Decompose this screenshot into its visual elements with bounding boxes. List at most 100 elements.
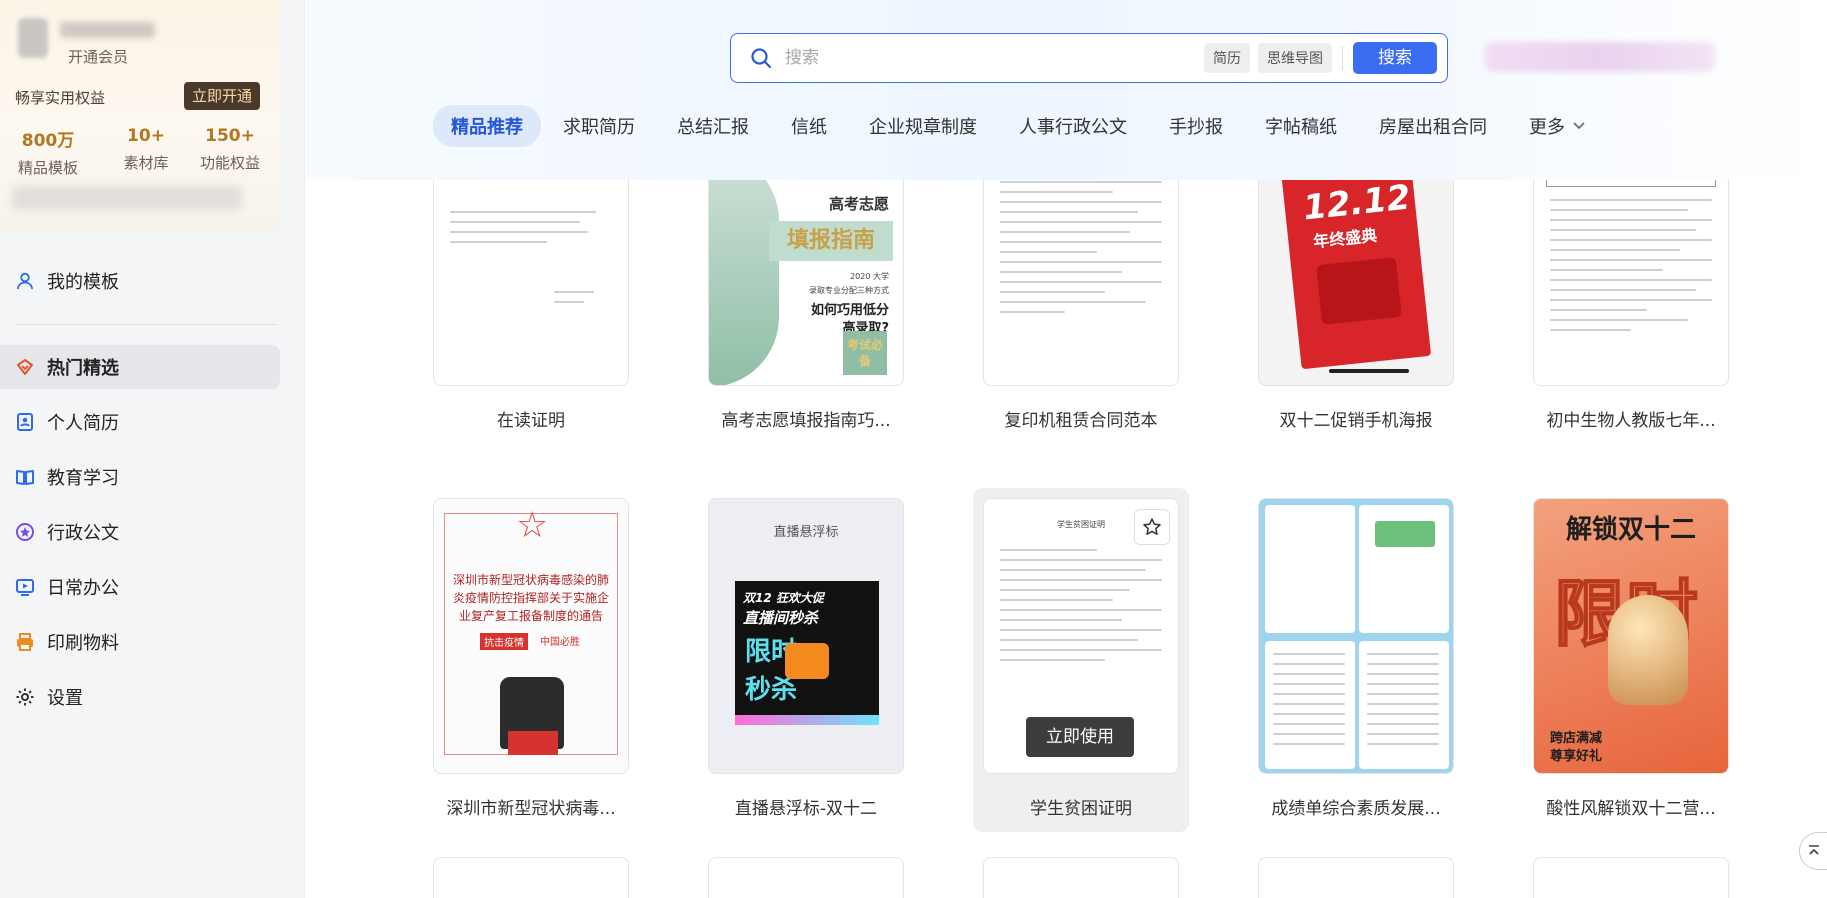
tab-featured[interactable]: 精品推荐 bbox=[433, 105, 541, 147]
template-thumbnail[interactable]: 高考志愿 填报指南 2020 大学 录取专业分配三种方式 如何巧用低分 高录取?… bbox=[708, 180, 904, 386]
template-card[interactable]: 成绩单综合素质发展... bbox=[1258, 498, 1454, 819]
arrow-up-icon bbox=[1808, 845, 1819, 855]
sidebar-item-resume[interactable]: 个人简历 bbox=[0, 400, 280, 444]
school-illustration bbox=[1375, 521, 1435, 547]
star-icon bbox=[1143, 518, 1161, 535]
favorite-button[interactable] bbox=[1134, 509, 1170, 545]
template-title[interactable]: 学生贫困证明 bbox=[983, 794, 1179, 819]
search-chip-mindmap[interactable]: 思维导图 bbox=[1258, 43, 1332, 73]
sidebar-item-print[interactable]: 印刷物料 bbox=[0, 620, 280, 664]
template-thumbnail[interactable] bbox=[1533, 857, 1729, 898]
tab-summary-report[interactable]: 总结汇报 bbox=[677, 113, 749, 139]
category-nav: 热门精选 个人简历 教育学习 行政公文 日常办公 印刷物料 设置 bbox=[0, 345, 280, 730]
gaokao-title: 填报指南 bbox=[769, 221, 893, 261]
search-input[interactable] bbox=[785, 48, 1204, 68]
stat-label: 素材库 bbox=[123, 154, 169, 172]
tab-handwritten-poster[interactable]: 手抄报 bbox=[1169, 113, 1223, 139]
covid-notice-text: 深圳市新型冠状病毒感染的肺炎疫情防控指挥部关于实施企业复产复工报备制度的通告 bbox=[452, 573, 609, 623]
template-title[interactable]: 高考志愿填报指南巧... bbox=[708, 406, 904, 431]
avatar[interactable] bbox=[18, 18, 48, 58]
printer-icon bbox=[15, 632, 35, 652]
search-button[interactable]: 搜索 bbox=[1353, 42, 1437, 74]
template-card[interactable] bbox=[708, 857, 904, 898]
doc-text-lines bbox=[450, 211, 612, 251]
header-background bbox=[306, 0, 1827, 180]
sidebar-item-education[interactable]: 教育学习 bbox=[0, 455, 280, 499]
template-thumbnail[interactable] bbox=[1533, 180, 1729, 386]
template-thumbnail[interactable] bbox=[433, 857, 629, 898]
search-chip-resume[interactable]: 简历 bbox=[1204, 43, 1250, 73]
template-card[interactable]: 解锁双十二 限时 跨店满减 尊享好礼 酸性风解锁双十二营... bbox=[1533, 498, 1729, 819]
open-membership-label[interactable]: 开通会员 bbox=[68, 46, 128, 67]
template-card[interactable]: ☆ 深圳市新型冠状病毒感染的肺炎疫情防控指挥部关于实施企业复产复工报备制度的通告… bbox=[433, 498, 629, 819]
template-thumbnail[interactable]: 直播悬浮标 双12 狂欢大促 直播间秒杀 限时 秒杀 bbox=[708, 498, 904, 774]
open-now-button[interactable]: 立即开通 bbox=[184, 82, 260, 110]
tab-copybook-paper[interactable]: 字帖稿纸 bbox=[1265, 113, 1337, 139]
sidebar-item-office[interactable]: 日常办公 bbox=[0, 565, 280, 609]
my-templates-label: 我的模板 bbox=[47, 272, 119, 293]
template-card[interactable]: 高考志愿 填报指南 2020 大学 录取专业分配三种方式 如何巧用低分 高录取?… bbox=[708, 180, 904, 431]
tab-hr-admin-docs[interactable]: 人事行政公文 bbox=[1019, 113, 1127, 139]
sidebar-item-admin-docs[interactable]: 行政公文 bbox=[0, 510, 280, 554]
template-card[interactable] bbox=[1533, 857, 1729, 898]
search-bar: 简历 思维导图 搜索 bbox=[730, 33, 1448, 83]
template-thumbnail[interactable] bbox=[1258, 498, 1454, 774]
tab-house-rental-contract[interactable]: 房屋出租合同 bbox=[1379, 113, 1487, 139]
template-grid: 在读证明 高考志愿 填报指南 2020 大学 录取专业分配三种方式 如何巧用低分… bbox=[306, 180, 1827, 898]
template-title[interactable]: 复印机租赁合同范本 bbox=[983, 406, 1179, 431]
category-tabs: 精品推荐 求职简历 总结汇报 信纸 企业规章制度 人事行政公文 手抄报 字帖稿纸… bbox=[433, 105, 1627, 147]
gaokao-line: 如何巧用低分 bbox=[810, 303, 889, 318]
fire-icon bbox=[15, 357, 35, 377]
template-card[interactable]: 直播悬浮标 双12 狂欢大促 直播间秒杀 限时 秒杀 直播悬浮标-双十二 bbox=[708, 498, 904, 819]
template-card[interactable]: 初中生物人教版七年... bbox=[1533, 180, 1729, 431]
covid-tag: 抗击疫情 bbox=[480, 633, 528, 650]
template-title[interactable]: 在读证明 bbox=[433, 406, 629, 431]
sidebar-item-hot[interactable]: 热门精选 bbox=[0, 345, 280, 389]
template-card[interactable]: 复印机租赁合同范本 bbox=[983, 180, 1179, 431]
template-title[interactable]: 双十二促销手机海报 bbox=[1258, 406, 1454, 431]
sidebar: 开通会员 畅享实用权益 立即开通 800万 精品模板 10+ 素材库 150+ … bbox=[0, 0, 305, 898]
template-card[interactable]: 12.12 年终盛典 双十二促销手机海报 bbox=[1258, 180, 1454, 431]
search-icon[interactable] bbox=[749, 46, 773, 70]
template-thumbnail[interactable] bbox=[708, 857, 904, 898]
template-card[interactable]: 在读证明 bbox=[433, 180, 629, 431]
search-separator bbox=[1342, 46, 1343, 70]
template-card[interactable]: 学生贫困证明 立即使用 学生贫困证明 bbox=[983, 498, 1179, 819]
green-wave-decoration bbox=[709, 180, 779, 385]
sidebar-item-label: 热门精选 bbox=[47, 358, 119, 379]
template-thumbnail[interactable]: ☆ 深圳市新型冠状病毒感染的肺炎疫情防控指挥部关于实施企业复产复工报备制度的通告… bbox=[433, 498, 629, 774]
live-line: 直播间秒杀 bbox=[743, 609, 819, 627]
my-templates-link[interactable]: 我的模板 bbox=[15, 268, 119, 294]
resume-icon bbox=[15, 412, 35, 432]
stat-number: 10+ bbox=[127, 126, 165, 146]
template-thumbnail[interactable]: 12.12 年终盛典 bbox=[1258, 180, 1454, 386]
template-thumbnail[interactable] bbox=[1258, 857, 1454, 898]
stat-templates: 800万 精品模板 bbox=[8, 126, 88, 178]
user-icon bbox=[15, 271, 35, 291]
template-title[interactable]: 酸性风解锁双十二营... bbox=[1533, 794, 1729, 819]
sidebar-item-label: 行政公文 bbox=[47, 523, 119, 544]
user-name-blurred bbox=[60, 22, 155, 38]
report-page bbox=[1265, 505, 1355, 633]
template-card[interactable] bbox=[433, 857, 629, 898]
template-title[interactable]: 成绩单综合素质发展... bbox=[1258, 794, 1454, 819]
template-thumbnail[interactable] bbox=[983, 857, 1179, 898]
use-now-button[interactable]: 立即使用 bbox=[1026, 717, 1134, 757]
tab-letter-paper[interactable]: 信纸 bbox=[791, 113, 827, 139]
tab-resume[interactable]: 求职简历 bbox=[563, 113, 635, 139]
stat-materials: 10+ 素材库 bbox=[106, 126, 186, 173]
template-thumbnail[interactable] bbox=[433, 180, 629, 386]
template-thumbnail[interactable]: 学生贫困证明 立即使用 bbox=[983, 498, 1179, 774]
tab-more[interactable]: 更多 bbox=[1529, 113, 1585, 139]
template-thumbnail[interactable] bbox=[983, 180, 1179, 386]
template-card[interactable] bbox=[983, 857, 1179, 898]
red-scarf bbox=[508, 731, 558, 755]
template-title[interactable]: 直播悬浮标-双十二 bbox=[708, 794, 904, 819]
tab-company-rules[interactable]: 企业规章制度 bbox=[869, 113, 977, 139]
template-thumbnail[interactable]: 解锁双十二 限时 跨店满减 尊享好礼 bbox=[1533, 498, 1729, 774]
user-info-blurred[interactable] bbox=[1485, 42, 1715, 72]
template-card[interactable] bbox=[1258, 857, 1454, 898]
template-title[interactable]: 深圳市新型冠状病毒... bbox=[433, 794, 629, 819]
sidebar-item-settings[interactable]: 设置 bbox=[0, 675, 280, 719]
template-title[interactable]: 初中生物人教版七年... bbox=[1533, 406, 1729, 431]
